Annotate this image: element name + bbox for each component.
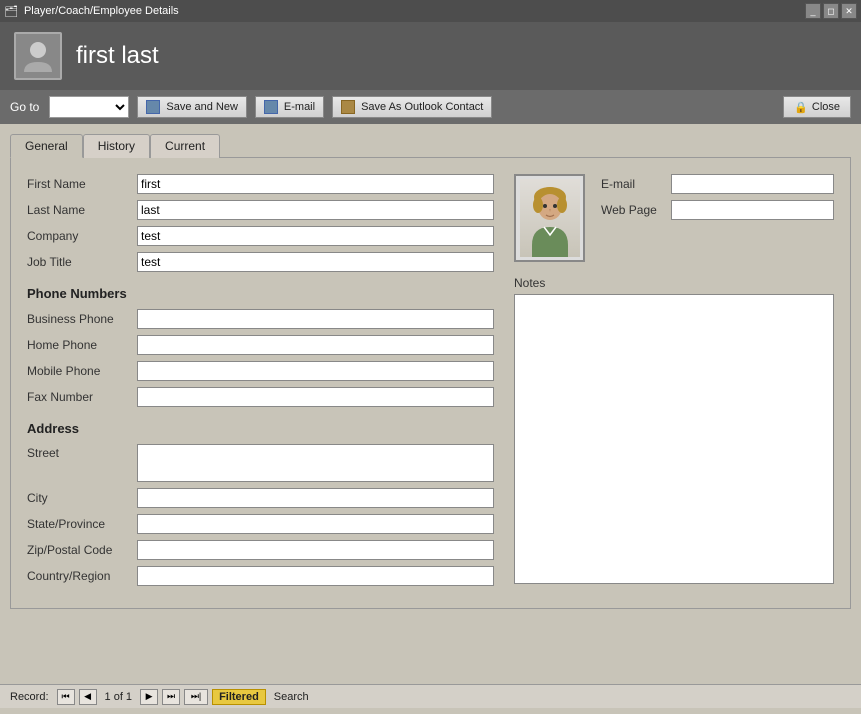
last-name-label: Last Name [27, 203, 137, 217]
country-input[interactable] [137, 566, 494, 586]
zip-input[interactable] [137, 540, 494, 560]
web-page-row: Web Page [601, 200, 834, 220]
fax-row: Fax Number [27, 387, 494, 407]
save-outlook-icon [341, 100, 355, 114]
app-icon: 🗂 [4, 5, 18, 18]
tab-bar: General History Current [10, 134, 851, 158]
email-input[interactable] [671, 174, 834, 194]
first-name-label: First Name [27, 177, 137, 191]
form-left: First Name Last Name Company Job Title P… [27, 174, 494, 592]
business-phone-label: Business Phone [27, 312, 137, 326]
country-label: Country/Region [27, 569, 137, 583]
email-row: E-mail [601, 174, 834, 194]
first-name-row: First Name [27, 174, 494, 194]
email-icon [264, 100, 278, 114]
email-web-section: E-mail Web Page [601, 174, 834, 262]
save-outlook-button[interactable]: Save As Outlook Contact [332, 96, 492, 118]
company-label: Company [27, 229, 137, 243]
mobile-phone-row: Mobile Phone [27, 361, 494, 381]
next-record-button[interactable]: ▶ [140, 689, 158, 705]
job-title-input[interactable] [137, 252, 494, 272]
header-icon-svg [20, 38, 56, 74]
header: first last [0, 22, 861, 90]
photo-container [514, 174, 585, 262]
email-label: E-mail [601, 177, 671, 191]
address-section-title: Address [27, 421, 494, 436]
tab-current[interactable]: Current [150, 134, 220, 158]
home-phone-input[interactable] [137, 335, 494, 355]
record-label: Record: [10, 691, 49, 703]
record-count: 1 of 1 [105, 691, 133, 703]
zip-row: Zip/Postal Code [27, 540, 494, 560]
window-close-button[interactable]: ✕ [841, 3, 857, 19]
goto-dropdown[interactable]: Option 1 Option 2 [49, 96, 129, 118]
status-bar: Record: ⏮ ◀ 1 of 1 ▶ ⏭ ⏭| Filtered Searc… [0, 684, 861, 708]
window-title: Player/Coach/Employee Details [24, 5, 179, 17]
minimize-button[interactable]: _ [805, 3, 821, 19]
close-icon: 🔒 [794, 101, 808, 114]
business-phone-input[interactable] [137, 309, 494, 329]
state-row: State/Province [27, 514, 494, 534]
job-title-row: Job Title [27, 252, 494, 272]
home-phone-label: Home Phone [27, 338, 137, 352]
street-input[interactable] [137, 444, 494, 482]
right-top-section: E-mail Web Page [514, 174, 834, 262]
person-photo-svg [520, 179, 580, 257]
country-row: Country/Region [27, 566, 494, 586]
notes-textarea[interactable] [514, 294, 834, 584]
restore-button[interactable]: ◻ [823, 3, 839, 19]
street-label: Street [27, 444, 137, 460]
mobile-phone-input[interactable] [137, 361, 494, 381]
city-row: City [27, 488, 494, 508]
save-new-button[interactable]: Save and New [137, 96, 247, 118]
search-label: Search [274, 691, 309, 703]
form-right: E-mail Web Page Notes [514, 174, 834, 592]
job-title-label: Job Title [27, 255, 137, 269]
first-name-input[interactable] [137, 174, 494, 194]
web-page-input[interactable] [671, 200, 834, 220]
main-content: General History Current First Name Last … [0, 124, 861, 714]
save-new-icon [146, 100, 160, 114]
company-input[interactable] [137, 226, 494, 246]
first-record-button[interactable]: ⏮ [57, 689, 75, 705]
state-input[interactable] [137, 514, 494, 534]
mobile-phone-label: Mobile Phone [27, 364, 137, 378]
goto-label: Go to [10, 100, 39, 114]
phone-section-title: Phone Numbers [27, 286, 494, 301]
close-button[interactable]: 🔒 Close [783, 96, 851, 118]
state-label: State/Province [27, 517, 137, 531]
web-page-label: Web Page [601, 203, 671, 217]
title-bar: 🗂 Player/Coach/Employee Details _ ◻ ✕ [0, 0, 861, 22]
last-name-row: Last Name [27, 200, 494, 220]
form-panel: First Name Last Name Company Job Title P… [10, 157, 851, 609]
prev-record-button[interactable]: ◀ [79, 689, 97, 705]
zip-label: Zip/Postal Code [27, 543, 137, 557]
business-phone-row: Business Phone [27, 309, 494, 329]
tab-general[interactable]: General [10, 134, 83, 158]
street-row: Street [27, 444, 494, 482]
last-record-button[interactable]: ⏭ [162, 689, 180, 705]
filtered-badge: Filtered [212, 689, 266, 705]
home-phone-row: Home Phone [27, 335, 494, 355]
notes-label: Notes [514, 276, 834, 290]
extra-nav-button[interactable]: ⏭| [184, 689, 208, 705]
toolbar: Go to Option 1 Option 2 Save and New E-m… [0, 90, 861, 124]
header-title: first last [76, 42, 159, 70]
tab-history[interactable]: History [83, 134, 150, 158]
city-input[interactable] [137, 488, 494, 508]
company-row: Company [27, 226, 494, 246]
fax-label: Fax Number [27, 390, 137, 404]
city-label: City [27, 491, 137, 505]
last-name-input[interactable] [137, 200, 494, 220]
fax-input[interactable] [137, 387, 494, 407]
header-person-icon [14, 32, 62, 80]
email-button[interactable]: E-mail [255, 96, 324, 118]
